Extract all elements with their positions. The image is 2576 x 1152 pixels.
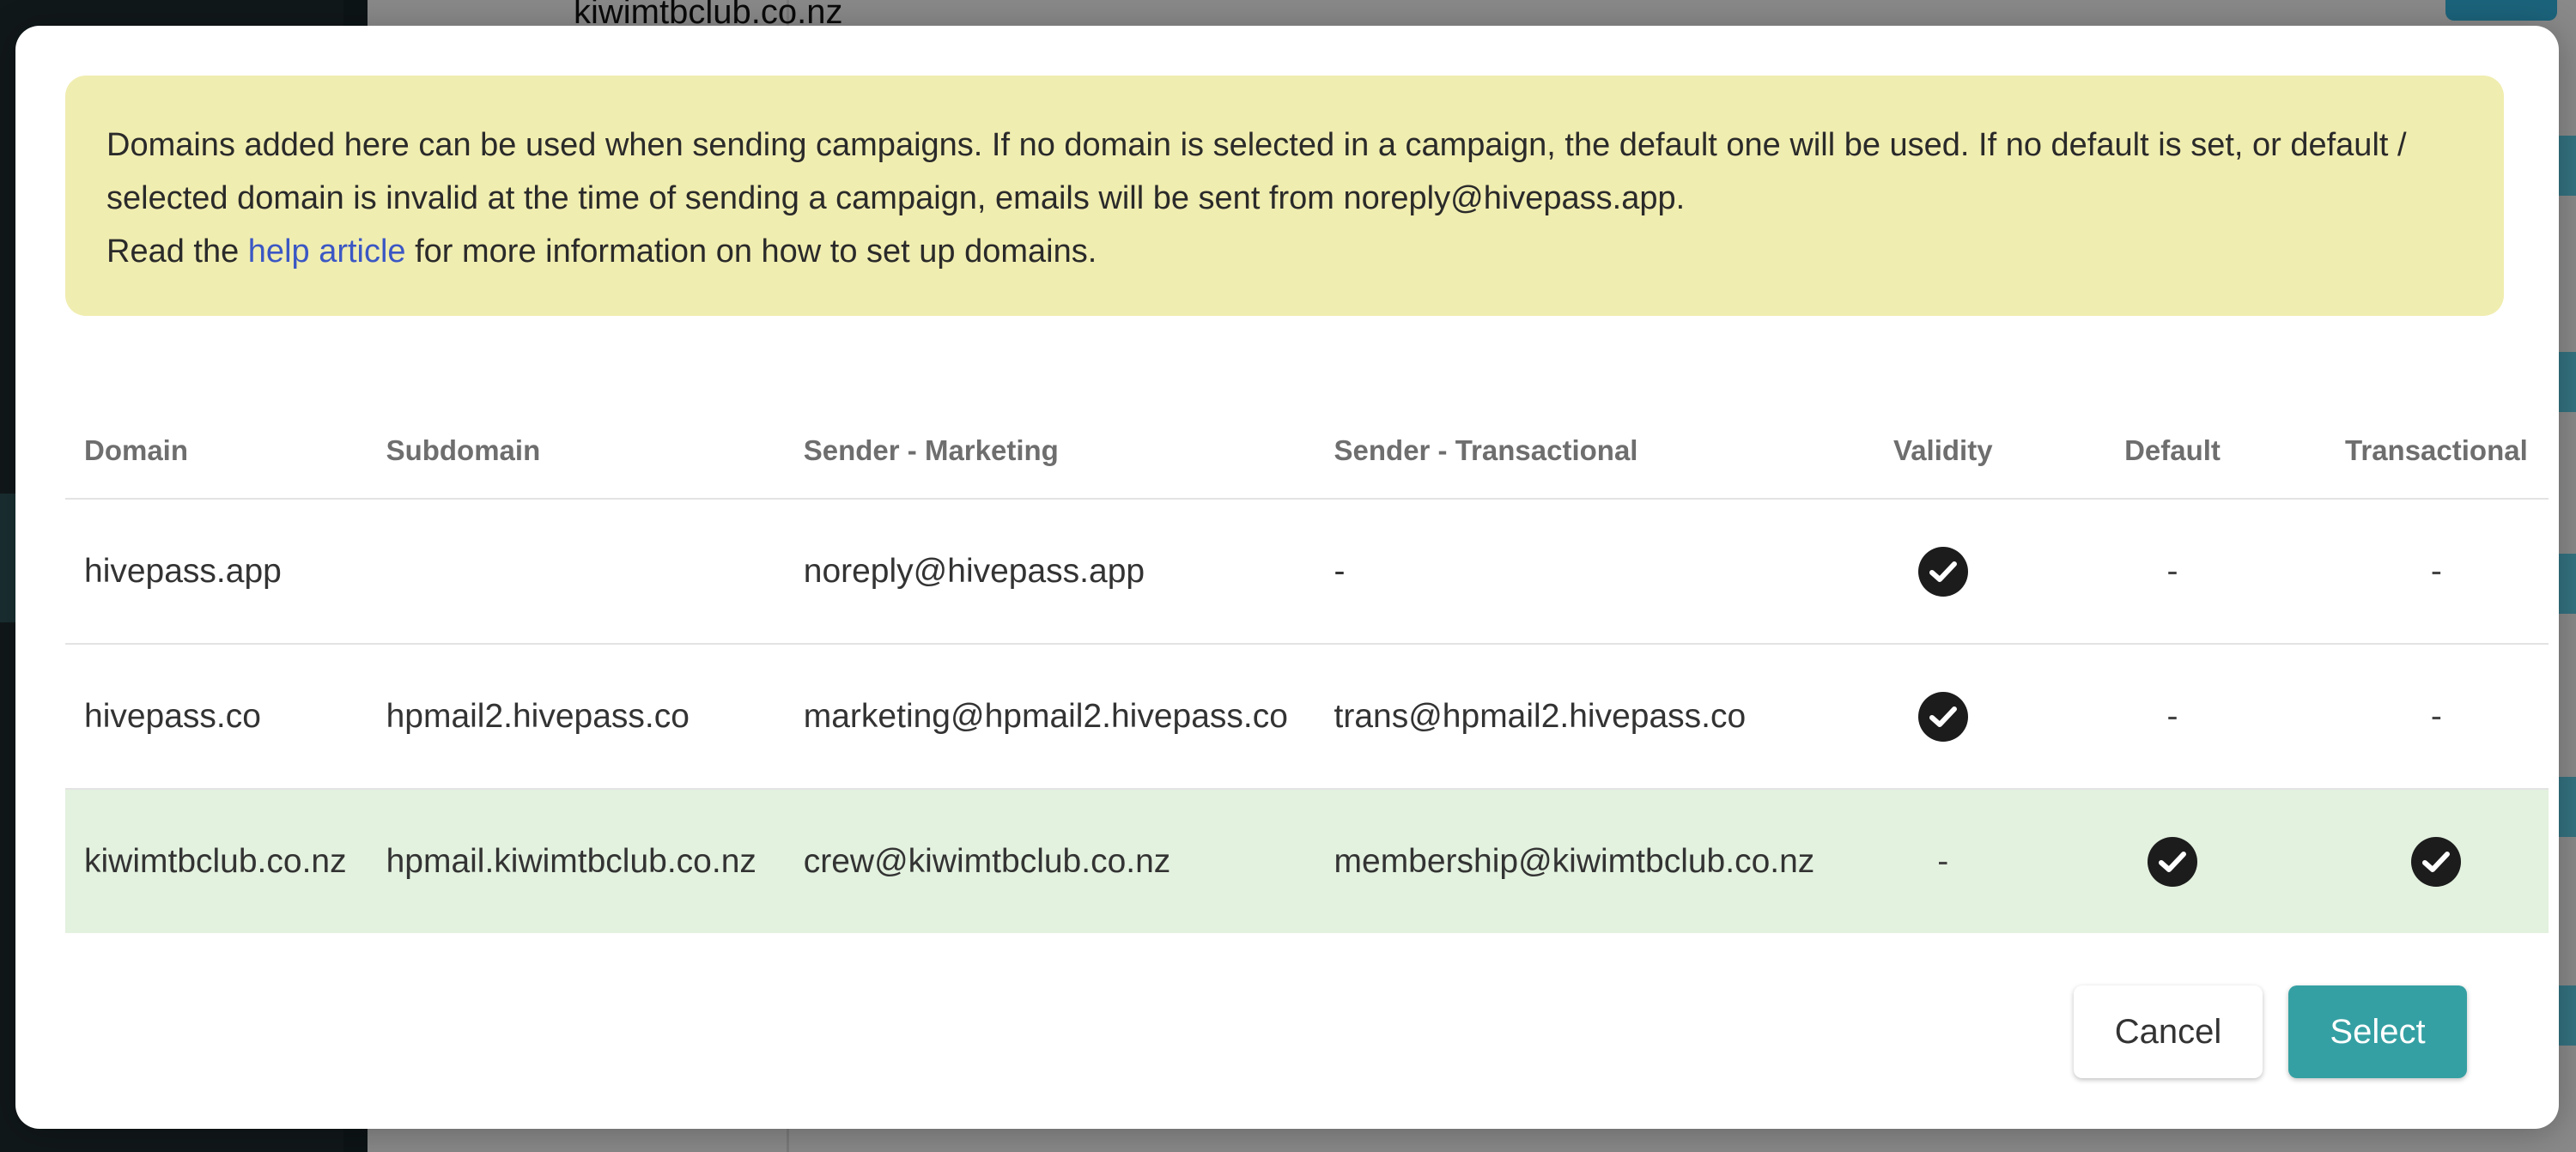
select-button[interactable]: Select [2288,985,2467,1078]
column-header-subdomain: Subdomain [367,403,785,500]
cell-domain: hivepass.app [65,499,368,645]
info-notice: Domains added here can be used when send… [65,76,2504,316]
cell-transactional: - [2324,499,2549,645]
cell-domain: hivepass.co [65,644,368,790]
cell-subdomain: hpmail2.hivepass.co [367,644,785,790]
cell-sender-transactional: - [1315,499,1866,645]
cell-transactional [2324,789,2549,933]
cell-validity [1865,644,2021,790]
notice-text-more: for more information on how to set up do… [405,233,1097,270]
column-header-default: Default [2020,403,2324,500]
cell-sender-transactional: membership@kiwimtbclub.co.nz [1315,789,1866,933]
cell-sender-marketing: marketing@hpmail2.hivepass.co [784,644,1315,790]
cell-transactional: - [2324,644,2549,790]
column-header-validity: Validity [1865,403,2021,500]
empty-marker: - [1937,842,1949,880]
check-circle-icon [1917,691,1968,742]
cell-validity: - [1865,789,2021,933]
cell-default: - [2020,644,2324,790]
check-circle-icon [2147,836,2197,887]
empty-marker: - [2430,697,2442,735]
notice-text-read: Read the [106,233,248,270]
table-row[interactable]: hivepass.co hpmail2.hivepass.co marketing@… [65,644,2549,790]
domains-table: Domain Subdomain Sender - Marketing Send… [65,403,2549,933]
check-circle-icon [2411,836,2462,887]
column-header-sender-marketing: Sender - Marketing [784,403,1315,500]
cell-sender-marketing: crew@kiwimtbclub.co.nz [784,789,1315,933]
table-body: hivepass.app noreply@hivepass.app - - - hivep… [65,499,2549,933]
domain-select-dialog: Domains added here can be used when send… [15,26,2559,1129]
column-header-domain: Domain [65,403,368,500]
empty-marker: - [2166,697,2178,735]
help-article-link[interactable]: help article [248,233,406,270]
empty-marker: - [2430,552,2442,590]
column-header-transactional: Transactional [2324,403,2549,500]
cell-domain: kiwimtbclub.co.nz [65,789,368,933]
check-circle-icon [1917,546,1968,597]
cell-validity [1865,499,2021,645]
cell-default: - [2020,499,2324,645]
notice-text: Domains added here can be used when send… [106,127,2407,216]
cell-sender-transactional: trans@hpmail2.hivepass.co [1315,644,1866,790]
table-header-row: Domain Subdomain Sender - Marketing Send… [65,403,2549,500]
table-row[interactable]: kiwimtbclub.co.nz hpmail.kiwimtbclub.co.n… [65,789,2549,933]
table-row[interactable]: hivepass.app noreply@hivepass.app - - - [65,499,2549,645]
cell-sender-marketing: noreply@hivepass.app [784,499,1315,645]
column-header-sender-transactional: Sender - Transactional [1315,403,1866,500]
empty-marker: - [2166,552,2178,590]
cancel-button[interactable]: Cancel [2074,985,2263,1078]
cell-subdomain [367,499,785,645]
cell-default [2020,789,2324,933]
cell-subdomain: hpmail.kiwimtbclub.co.nz [367,789,785,933]
